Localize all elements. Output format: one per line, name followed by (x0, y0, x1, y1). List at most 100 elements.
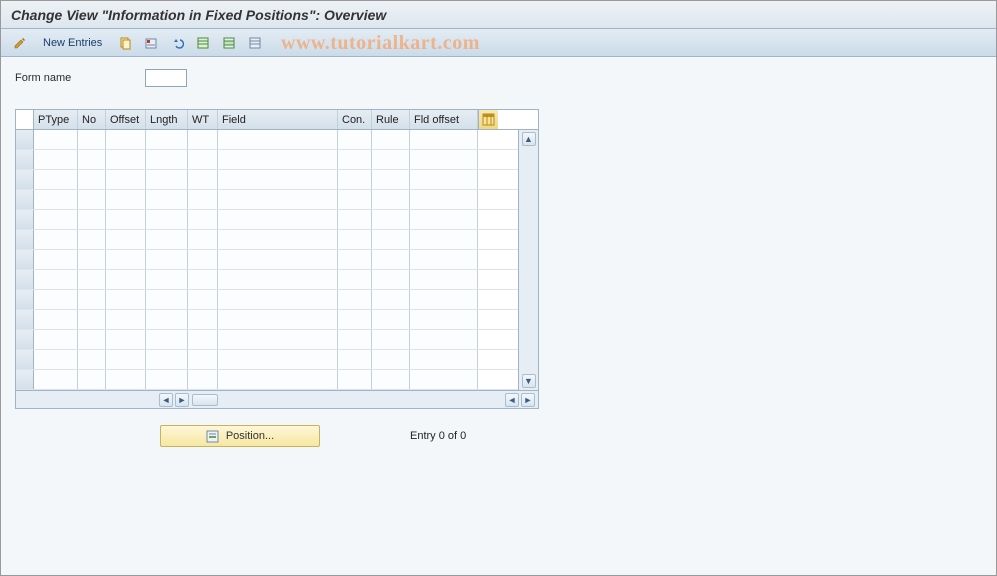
col-con[interactable]: Con. (338, 110, 372, 129)
cell-con[interactable] (338, 170, 372, 189)
vertical-scrollbar[interactable]: ▲ ▼ (518, 130, 538, 390)
scroll-down-button[interactable]: ▼ (522, 374, 536, 388)
cell-con[interactable] (338, 230, 372, 249)
cell-con[interactable] (338, 150, 372, 169)
cell-field[interactable] (218, 170, 338, 189)
cell-offset[interactable] (106, 190, 146, 209)
cell-con[interactable] (338, 250, 372, 269)
cell-offset[interactable] (106, 310, 146, 329)
cell-con[interactable] (338, 210, 372, 229)
cell-offset[interactable] (106, 150, 146, 169)
col-field[interactable]: Field (218, 110, 338, 129)
cell-rule[interactable] (372, 310, 410, 329)
cell-field[interactable] (218, 270, 338, 289)
scroll-left-button[interactable]: ◄ (159, 393, 173, 407)
col-fldoff[interactable]: Fld offset (410, 110, 478, 129)
col-no[interactable]: No (78, 110, 106, 129)
cell-con[interactable] (338, 370, 372, 389)
cell-wt[interactable] (188, 270, 218, 289)
cell-lngth[interactable] (146, 290, 188, 309)
cell-rule[interactable] (372, 370, 410, 389)
cell-no[interactable] (78, 190, 106, 209)
cell-fldoff[interactable] (410, 210, 478, 229)
cell-ptype[interactable] (34, 210, 78, 229)
row-selector[interactable] (16, 250, 34, 269)
row-selector-header[interactable] (16, 110, 34, 129)
cell-rule[interactable] (372, 330, 410, 349)
row-selector[interactable] (16, 330, 34, 349)
cell-ptype[interactable] (34, 230, 78, 249)
col-ptype[interactable]: PType (34, 110, 78, 129)
cell-no[interactable] (78, 130, 106, 149)
cell-offset[interactable] (106, 170, 146, 189)
cell-fldoff[interactable] (410, 170, 478, 189)
hscroll-thumb[interactable] (192, 394, 218, 406)
cell-no[interactable] (78, 350, 106, 369)
horizontal-scrollbar[interactable]: ◄ ► ◄ ► (16, 390, 538, 408)
cell-lngth[interactable] (146, 150, 188, 169)
cell-wt[interactable] (188, 310, 218, 329)
cell-ptype[interactable] (34, 150, 78, 169)
cell-con[interactable] (338, 350, 372, 369)
cell-lngth[interactable] (146, 190, 188, 209)
row-selector[interactable] (16, 150, 34, 169)
select-block-button[interactable] (218, 33, 240, 53)
cell-wt[interactable] (188, 170, 218, 189)
cell-rule[interactable] (372, 270, 410, 289)
cell-offset[interactable] (106, 210, 146, 229)
cell-con[interactable] (338, 130, 372, 149)
cell-wt[interactable] (188, 230, 218, 249)
row-selector[interactable] (16, 370, 34, 389)
row-selector[interactable] (16, 230, 34, 249)
cell-fldoff[interactable] (410, 130, 478, 149)
cell-ptype[interactable] (34, 370, 78, 389)
cell-fldoff[interactable] (410, 350, 478, 369)
cell-rule[interactable] (372, 130, 410, 149)
cell-wt[interactable] (188, 350, 218, 369)
cell-ptype[interactable] (34, 190, 78, 209)
cell-no[interactable] (78, 290, 106, 309)
row-selector[interactable] (16, 270, 34, 289)
configure-columns-button[interactable] (478, 110, 498, 129)
cell-fldoff[interactable] (410, 150, 478, 169)
cell-field[interactable] (218, 290, 338, 309)
cell-lngth[interactable] (146, 370, 188, 389)
cell-ptype[interactable] (34, 130, 78, 149)
cell-rule[interactable] (372, 230, 410, 249)
delete-button[interactable] (140, 33, 162, 53)
form-name-input[interactable] (145, 69, 187, 87)
cell-field[interactable] (218, 330, 338, 349)
position-button[interactable]: Position... (160, 425, 320, 447)
cell-rule[interactable] (372, 250, 410, 269)
cell-ptype[interactable] (34, 170, 78, 189)
cell-offset[interactable] (106, 350, 146, 369)
row-selector[interactable] (16, 290, 34, 309)
cell-field[interactable] (218, 350, 338, 369)
cell-offset[interactable] (106, 130, 146, 149)
cell-wt[interactable] (188, 290, 218, 309)
cell-rule[interactable] (372, 150, 410, 169)
cell-offset[interactable] (106, 370, 146, 389)
deselect-button[interactable] (244, 33, 266, 53)
cell-no[interactable] (78, 170, 106, 189)
cell-no[interactable] (78, 330, 106, 349)
row-selector[interactable] (16, 170, 34, 189)
cell-wt[interactable] (188, 150, 218, 169)
cell-ptype[interactable] (34, 350, 78, 369)
cell-fldoff[interactable] (410, 190, 478, 209)
cell-field[interactable] (218, 190, 338, 209)
cell-offset[interactable] (106, 330, 146, 349)
cell-no[interactable] (78, 250, 106, 269)
cell-lngth[interactable] (146, 250, 188, 269)
cell-wt[interactable] (188, 370, 218, 389)
cell-field[interactable] (218, 150, 338, 169)
cell-wt[interactable] (188, 190, 218, 209)
cell-fldoff[interactable] (410, 310, 478, 329)
scroll-left-end-button[interactable]: ◄ (505, 393, 519, 407)
cell-lngth[interactable] (146, 350, 188, 369)
cell-con[interactable] (338, 330, 372, 349)
cell-rule[interactable] (372, 190, 410, 209)
cell-offset[interactable] (106, 230, 146, 249)
cell-fldoff[interactable] (410, 250, 478, 269)
cell-field[interactable] (218, 310, 338, 329)
